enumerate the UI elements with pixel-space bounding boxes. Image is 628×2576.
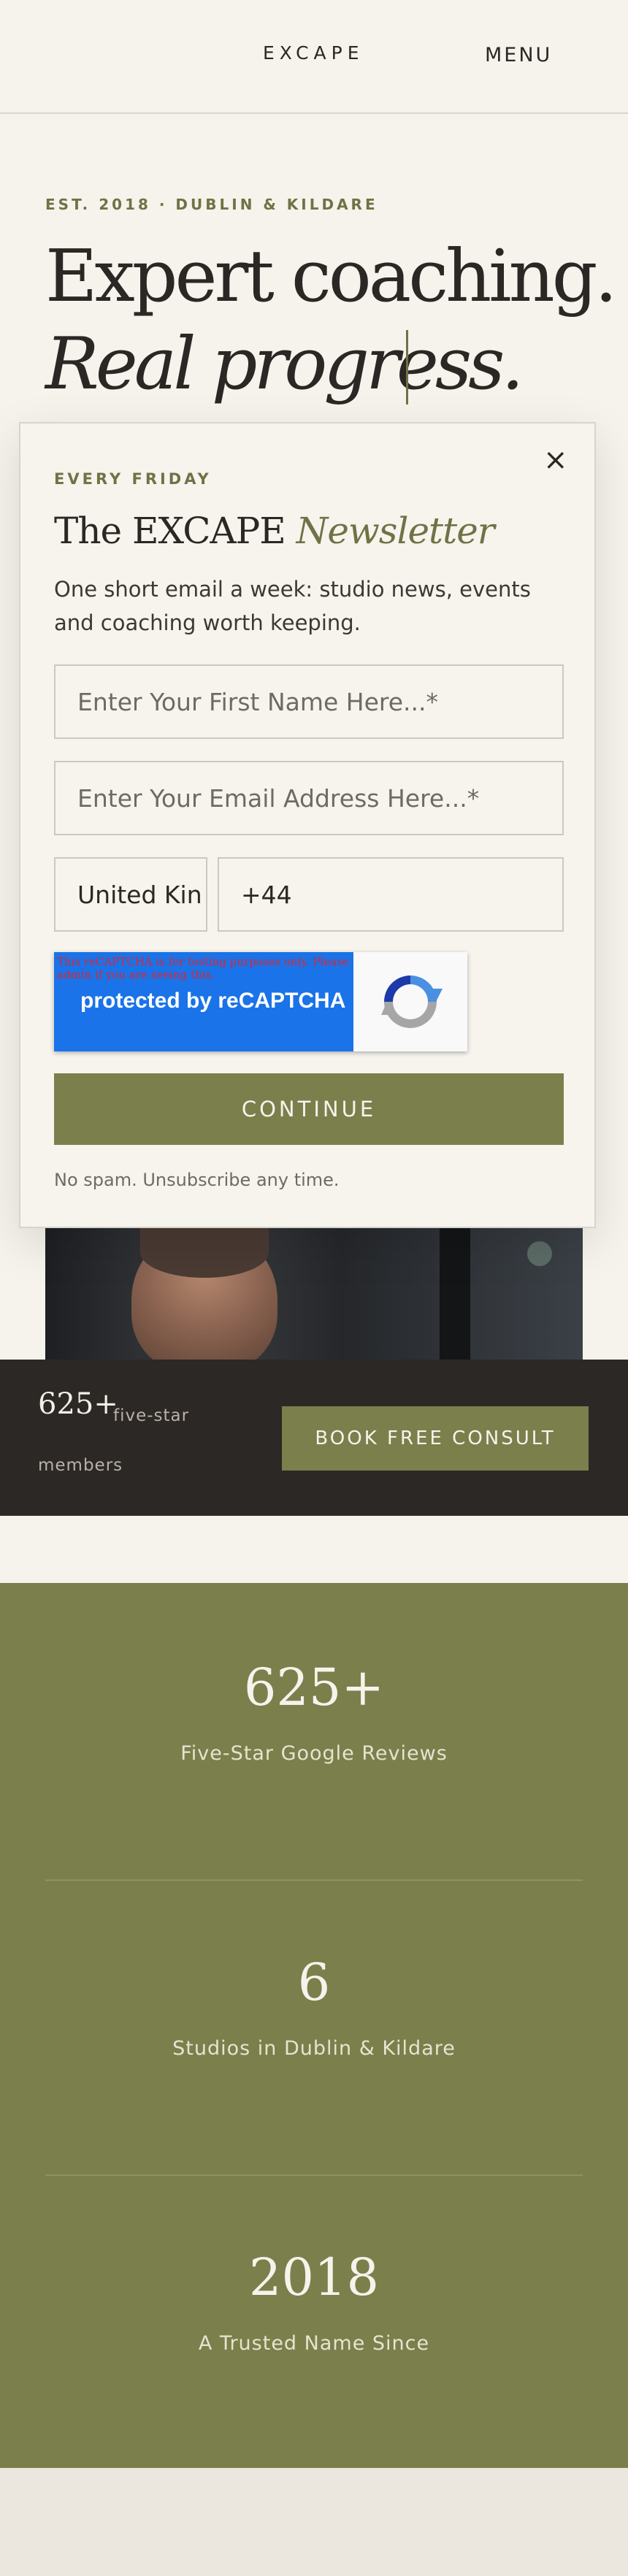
stats-bar: 625+ five-star members BOOK FREE CONSULT (0, 1360, 628, 1516)
stats-bar-label-2: members (38, 1456, 123, 1475)
hero-eyebrow: EST. 2018 · DUBLIN & KILDARE (45, 196, 378, 213)
modal-eyebrow: EVERY FRIDAY (54, 470, 212, 488)
phone-value: +44 (241, 880, 292, 909)
stats-bar-label: five-star (113, 1406, 190, 1425)
hero-photo (45, 1227, 583, 1360)
first-name-field[interactable]: Enter Your First Name Here...* (54, 664, 564, 739)
email-field[interactable]: Enter Your Email Address Here...* (54, 761, 564, 835)
phone-field[interactable]: +44 (218, 857, 564, 932)
book-free-consult-button[interactable]: BOOK FREE CONSULT (282, 1406, 589, 1471)
modal-title-italic: Newsletter (296, 510, 495, 552)
recaptcha-label: protected by reCAPTCHA (80, 989, 346, 1013)
close-icon[interactable]: × (543, 445, 568, 475)
hero-heading-line1: Expert coaching. (45, 235, 618, 318)
stat-value: 2018 (248, 2247, 380, 2307)
divider (45, 1879, 583, 1881)
recaptcha-badge[interactable]: This reCAPTCHA is for testing purposes o… (54, 952, 467, 1051)
stat-value: 625+ (243, 1657, 385, 1717)
stat-item: 6 Studios in Dublin & Kildare (0, 1957, 628, 2060)
modal-footnote: No spam. Unsubscribe any time. (54, 1170, 340, 1190)
stats-bar-number: 625+ (38, 1387, 118, 1421)
stat-caption: A Trusted Name Since (198, 2332, 430, 2355)
photo-person-hair (140, 1227, 269, 1278)
footer-strip (0, 2468, 628, 2576)
stat-value: 6 (297, 1952, 331, 2012)
first-name-placeholder: Enter Your First Name Here...* (77, 687, 439, 716)
logo[interactable]: EXCAPE (263, 42, 364, 64)
stat-item: 2018 A Trusted Name Since (0, 2252, 628, 2355)
newsletter-modal: × EVERY FRIDAY The EXCAPE Newsletter One… (19, 422, 596, 1228)
stat-caption: Five-Star Google Reviews (180, 1742, 448, 1765)
hero-heading-line2: Real progress. (45, 323, 524, 406)
continue-button[interactable]: CONTINUE (54, 1073, 564, 1145)
modal-title: The EXCAPE Newsletter (54, 510, 495, 552)
modal-title-plain: The EXCAPE (54, 510, 296, 552)
stat-item: 625+ Five-Star Google Reviews (0, 1662, 628, 1765)
menu-button[interactable]: MENU (485, 44, 552, 66)
divider (45, 2174, 583, 2176)
country-select[interactable]: United Kin (54, 857, 207, 932)
typing-cursor (406, 330, 408, 405)
stats-section: 625+ Five-Star Google Reviews 6 Studios … (0, 1583, 628, 2468)
recaptcha-icon (353, 952, 467, 1051)
stat-caption: Studios in Dublin & Kildare (172, 2037, 456, 2060)
modal-description: One short email a week: studio news, eve… (54, 577, 531, 635)
site-header: EXCAPE MENU (0, 0, 628, 114)
country-value: United Kin (77, 880, 202, 909)
photo-gym-light (527, 1241, 552, 1266)
photo-gym-post (440, 1227, 470, 1360)
email-placeholder: Enter Your Email Address Here...* (77, 783, 480, 813)
